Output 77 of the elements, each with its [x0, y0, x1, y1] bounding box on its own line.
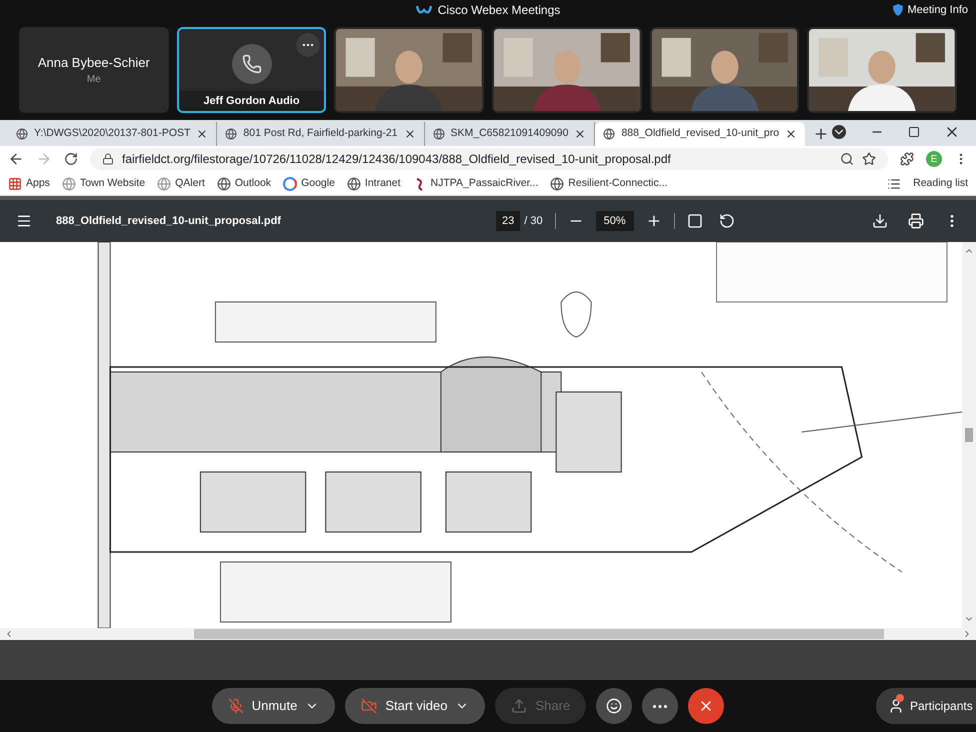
bookmark-link[interactable]: QAlert [175, 176, 205, 192]
reading-list-link[interactable]: Reading list [913, 176, 968, 192]
bookmark-link[interactable]: Outlook [234, 176, 272, 192]
tab-title: Y:\DWGS\2020\20137-801-POST [34, 126, 190, 142]
meeting-info-button[interactable]: Meeting Info [907, 2, 968, 18]
url-text: fairfieldct.org/filestorage/10726/11028/12429/12436/109043/888_Oldfield_revised_10-unit_proposal.pdf [122, 151, 672, 168]
address-bar[interactable]: fairfieldct.org/filestorage/10726/11028/12429/12436/109043/888_Oldfield_revised_10-unit_proposal.pdf [90, 148, 888, 170]
maximize-icon[interactable] [908, 126, 920, 138]
person-icon [888, 698, 904, 714]
more-icon [653, 704, 668, 708]
extensions-icon[interactable] [900, 152, 914, 166]
pdf-filename: 888_Oldfield_revised_10-unit_proposal.pdf [56, 214, 282, 229]
more-button[interactable] [642, 688, 678, 724]
lock-icon [102, 153, 114, 165]
apps-icon [8, 176, 22, 190]
bookmark-link[interactable]: Apps [26, 176, 50, 192]
globe-icon [225, 128, 238, 140]
leave-meeting-button[interactable] [688, 688, 724, 724]
tab-title: SKM_C65821091409090 [450, 126, 568, 142]
participants-button[interactable]: Participants [876, 688, 976, 724]
close-icon[interactable] [785, 128, 798, 140]
bookmark-link[interactable]: Google [301, 176, 335, 192]
participant-tile[interactable]: Jeff Gordon Audio [176, 27, 326, 113]
scrollbar-thumb[interactable] [965, 428, 973, 442]
bookmark-link[interactable]: Intranet [364, 176, 401, 192]
reading-list-icon[interactable] [887, 176, 902, 190]
app-title: Cisco Webex Meetings [438, 2, 560, 19]
globe-icon [16, 128, 28, 140]
more-button[interactable] [296, 33, 320, 57]
globe-icon [62, 176, 76, 190]
download-icon[interactable] [872, 213, 888, 229]
reactions-button[interactable] [596, 688, 632, 724]
globe-icon [550, 176, 564, 190]
participant-name: Jeff Gordon Audio [178, 90, 324, 111]
rotate-icon[interactable] [718, 213, 735, 229]
reload-icon[interactable] [64, 152, 78, 166]
horizontal-scrollbar[interactable] [0, 628, 976, 640]
tab-title: 888_Oldfield_revised_10-unit_pro [621, 126, 780, 142]
participant-subtitle: Me [86, 73, 101, 88]
zoom-in-icon[interactable] [646, 213, 662, 229]
globe-icon [432, 128, 444, 140]
share-icon [511, 698, 528, 714]
close-icon[interactable] [404, 128, 416, 140]
vertical-scrollbar[interactable] [962, 242, 976, 628]
close-icon[interactable] [196, 128, 208, 140]
tab-title: 801 Post Rd, Fairfield-parking-21 [243, 126, 398, 142]
tab-search-icon[interactable] [832, 125, 846, 139]
fit-page-icon[interactable] [686, 213, 703, 229]
participant-name: Anna Bybee-Schier [38, 54, 150, 72]
bookmark-link[interactable]: Resilient-Connectic... [568, 176, 668, 192]
microphone-off-icon [228, 698, 244, 714]
globe-icon [346, 176, 361, 190]
control-button[interactable]: Unmute [212, 688, 336, 724]
back-icon[interactable] [8, 151, 24, 167]
control-button[interactable]: Start video [345, 688, 486, 724]
print-icon[interactable] [908, 213, 924, 229]
browser-tab[interactable]: 888_Oldfield_revised_10-unit_pro [595, 122, 806, 146]
phone-icon [232, 44, 272, 84]
close-icon[interactable] [574, 128, 586, 140]
zoom-field[interactable]: 50% [596, 210, 634, 232]
globe-icon [157, 176, 172, 190]
star-icon[interactable] [862, 152, 876, 166]
webex-logo-icon [416, 4, 432, 16]
bookmark-link[interactable]: Town Website [80, 176, 146, 192]
smiley-icon [606, 698, 622, 714]
globe-icon [603, 128, 616, 140]
participant-tile[interactable]: Anna Bybee-Schier Me [19, 27, 169, 113]
google-icon [283, 176, 298, 190]
bookmark-link[interactable]: NJTPA_PassaicRiver... [430, 176, 538, 192]
search-icon[interactable] [840, 152, 854, 166]
page-total: / 30 [524, 214, 543, 229]
menu-icon[interactable] [16, 213, 32, 229]
globe-icon [216, 176, 231, 190]
page-number-field[interactable]: 23 [496, 210, 520, 232]
shield-icon [893, 4, 904, 16]
scrollbar-thumb[interactable] [194, 629, 884, 639]
camera-off-icon [361, 698, 378, 714]
